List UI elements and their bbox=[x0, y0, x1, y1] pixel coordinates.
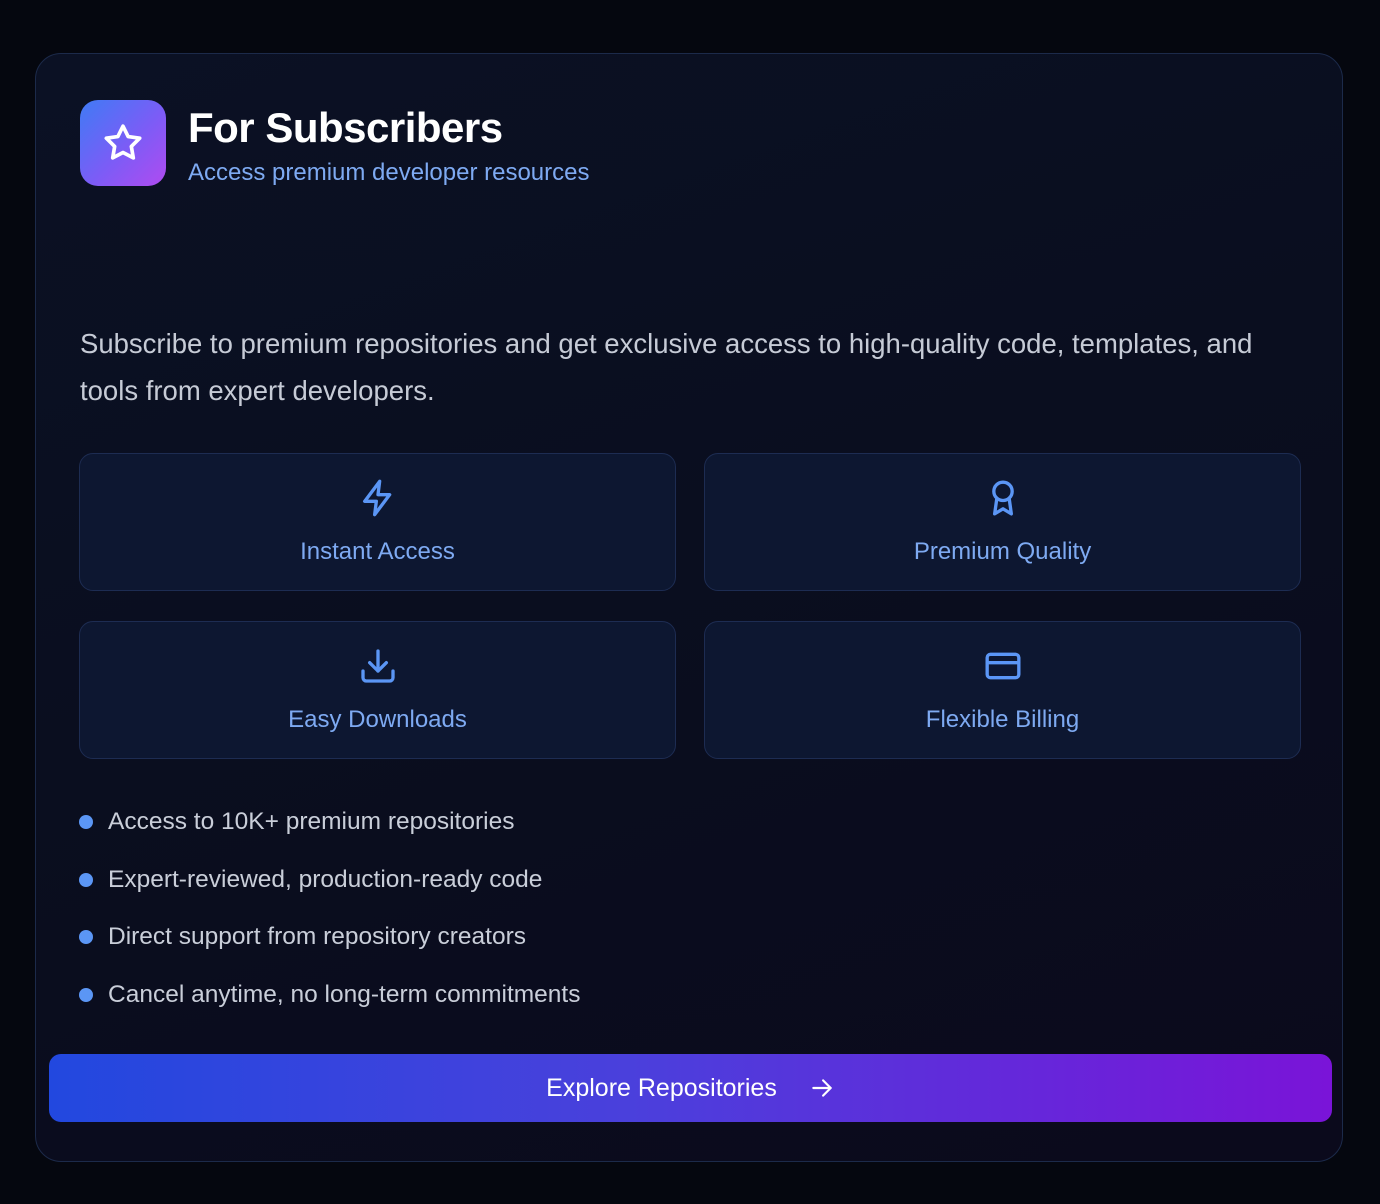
credit-card-icon bbox=[985, 652, 1020, 680]
feature-label: Easy Downloads bbox=[288, 706, 467, 733]
bullet-dot bbox=[79, 872, 93, 887]
bullet-dot bbox=[79, 815, 93, 829]
feature-label: Instant Access bbox=[300, 538, 455, 565]
benefit-text: Access to 10K+ premium repositories bbox=[108, 808, 515, 835]
benefit-text: Expert-reviewed, production-ready code bbox=[108, 865, 543, 893]
bullet-dot bbox=[79, 987, 93, 1002]
explore-repositories-button[interactable]: Explore Repositories bbox=[49, 1054, 1332, 1122]
feature-premium-quality: Premium Quality bbox=[704, 453, 1301, 591]
button-label: Explore Repositories bbox=[546, 1073, 777, 1102]
benefits-list: Access to 10K+ premium repositories Expe… bbox=[79, 802, 580, 1032]
page-title: For Subscribers bbox=[188, 104, 503, 151]
benefit-text: Cancel anytime, no long-term commitments bbox=[108, 980, 581, 1008]
page-subtitle: Access premium developer resources bbox=[188, 159, 590, 186]
subscriber-logo bbox=[80, 100, 166, 186]
feature-easy-downloads: Easy Downloads bbox=[79, 621, 676, 759]
bullet-dot bbox=[79, 930, 93, 944]
list-item: Expert-reviewed, production-ready code bbox=[79, 860, 580, 918]
download-icon bbox=[360, 649, 395, 683]
feature-label: Premium Quality bbox=[913, 538, 1092, 565]
feature-instant-access: Instant Access bbox=[79, 453, 676, 591]
feature-flexible-billing: Flexible Billing bbox=[704, 621, 1301, 759]
list-item: Access to 10K+ premium repositories bbox=[79, 802, 580, 860]
star-icon bbox=[104, 124, 142, 160]
subscribers-card: For Subscribers Access premium developer… bbox=[35, 53, 1343, 1162]
description-text: Subscribe to premium repositories and ge… bbox=[80, 328, 1253, 406]
feature-label: Flexible Billing bbox=[925, 706, 1080, 733]
arrow-right-icon bbox=[812, 1079, 832, 1097]
list-item: Direct support from repository creators bbox=[79, 917, 580, 975]
benefit-text: Direct support from repository creators bbox=[108, 923, 526, 950]
award-icon bbox=[991, 480, 1014, 516]
list-item: Cancel anytime, no long-term commitments bbox=[79, 975, 580, 1033]
lightning-icon bbox=[362, 479, 391, 517]
